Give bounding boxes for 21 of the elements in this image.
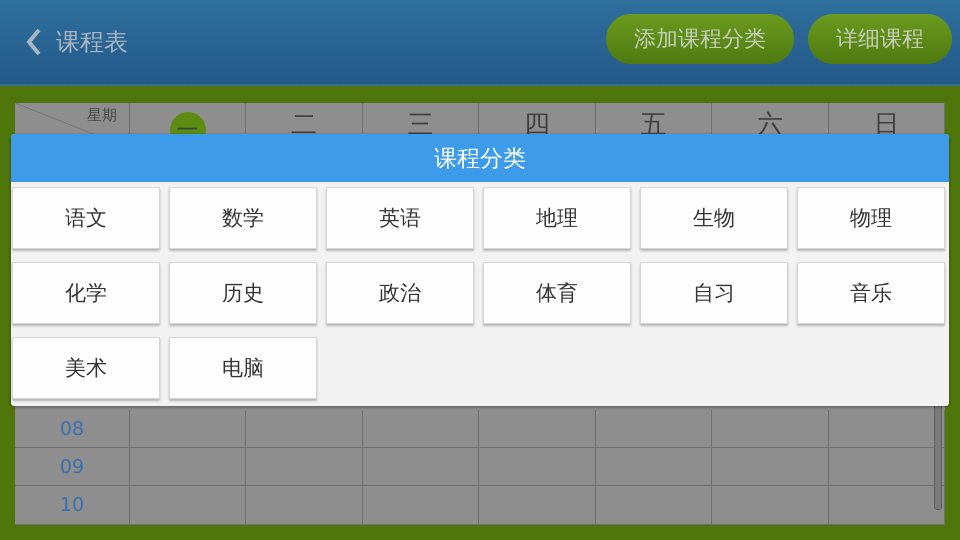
category-button[interactable]: 英语 bbox=[326, 187, 474, 249]
category-button[interactable]: 数学 bbox=[169, 187, 317, 249]
category-button[interactable]: 地理 bbox=[483, 187, 631, 249]
screen-title: 课程表 bbox=[56, 27, 129, 58]
period-number: 08 bbox=[60, 418, 84, 440]
dialog-title: 课程分类 bbox=[11, 134, 949, 182]
weekday-heading: 星期 bbox=[87, 106, 117, 125]
category-button[interactable]: 历史 bbox=[169, 262, 317, 324]
period-number: 09 bbox=[60, 456, 84, 478]
back-icon[interactable] bbox=[26, 28, 42, 56]
category-button[interactable]: 电脑 bbox=[169, 337, 317, 399]
category-button[interactable]: 自习 bbox=[640, 262, 788, 324]
period-number: 10 bbox=[60, 494, 84, 516]
category-button[interactable]: 化学 bbox=[12, 262, 160, 324]
category-button[interactable]: 政治 bbox=[326, 262, 474, 324]
category-button[interactable]: 语文 bbox=[12, 187, 160, 249]
category-button[interactable]: 体育 bbox=[483, 262, 631, 324]
category-button[interactable]: 生物 bbox=[640, 187, 788, 249]
category-button[interactable]: 音乐 bbox=[797, 262, 945, 324]
category-button[interactable]: 美术 bbox=[12, 337, 160, 399]
category-button[interactable]: 物理 bbox=[797, 187, 945, 249]
